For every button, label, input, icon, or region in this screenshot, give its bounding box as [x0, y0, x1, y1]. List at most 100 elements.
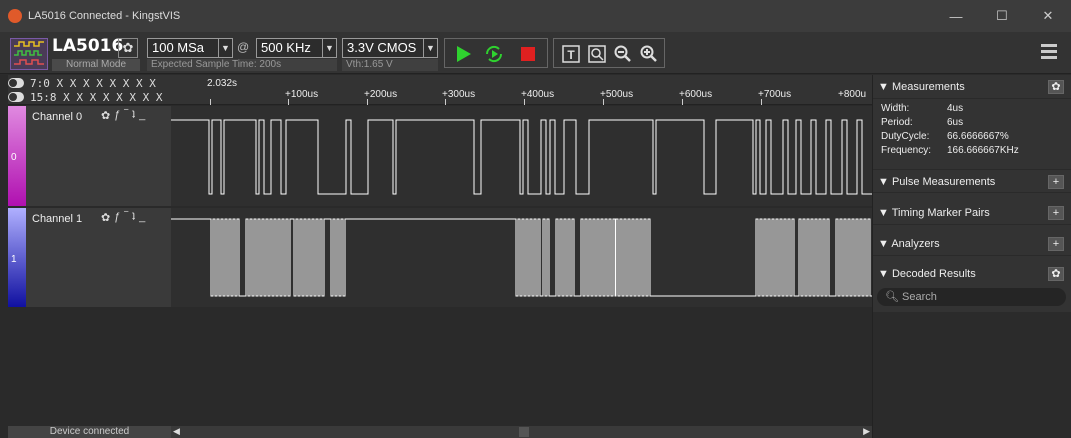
- horizontal-scrollbar[interactable]: ◀ ▶: [171, 426, 872, 438]
- ruler-tick-label: +100us: [285, 89, 319, 100]
- app-logo-icon: [8, 9, 22, 23]
- trigger-edge-icon[interactable]: ƒ: [114, 109, 120, 122]
- period-label: Period:: [881, 117, 913, 128]
- search-placeholder: Search: [902, 291, 937, 303]
- channel-1-trace: [171, 218, 872, 297]
- zoom-fit-icon: [588, 45, 606, 63]
- ruler-start-time: 2.032s: [207, 78, 238, 89]
- zoom-in-button[interactable]: [638, 43, 660, 65]
- pulse-measurements-header[interactable]: ▼ Pulse Measurements +: [873, 169, 1071, 193]
- trigger-button[interactable]: T: [560, 43, 582, 65]
- device-name: LA5016: [52, 36, 124, 56]
- at-label: @: [237, 40, 250, 54]
- period-value: 6us: [947, 117, 964, 128]
- repeat-button[interactable]: [483, 43, 505, 65]
- measurements-settings-gear-icon[interactable]: ✿: [1048, 80, 1064, 94]
- scrollbar-thumb[interactable]: [519, 427, 529, 437]
- start-button[interactable]: [453, 43, 475, 65]
- status-bar: Device connected: [8, 426, 171, 438]
- toolbar: LA5016 ✿ Normal Mode 100 MSa ▼ @ 500 KHz…: [0, 32, 1071, 74]
- title-bar: LA5016 Connected - KingstVIS — ☐ ✕: [0, 0, 1071, 32]
- measurements-title: ▼ Measurements: [878, 81, 965, 93]
- add-timing-marker-plus-icon[interactable]: +: [1048, 206, 1064, 220]
- trigger-low-icon[interactable]: _: [139, 211, 145, 224]
- trigger-high-icon[interactable]: ‾: [124, 211, 128, 224]
- trigger-edge-icon[interactable]: ƒ: [114, 211, 120, 224]
- trigger-falling-icon[interactable]: ʇ: [132, 109, 135, 122]
- channel-1-name: Channel 1: [32, 213, 83, 225]
- trigger-t-icon: T: [562, 45, 580, 63]
- voltage-select[interactable]: 3.3V CMOS ▼: [342, 38, 438, 58]
- analyzers-title: ▼ Analyzers: [878, 238, 940, 250]
- channel-1-waveform[interactable]: [171, 208, 872, 307]
- stop-button[interactable]: [517, 43, 539, 65]
- window-title: LA5016 Connected - KingstVIS: [28, 10, 181, 22]
- width-label: Width:: [881, 103, 910, 114]
- minimize-button[interactable]: —: [933, 0, 979, 32]
- threshold-voltage: Vth:1.65 V: [342, 59, 438, 71]
- zoom-out-button[interactable]: [612, 43, 634, 65]
- ruler-tick: [761, 99, 762, 105]
- measurements-header[interactable]: ▼ Measurements ✿: [873, 75, 1071, 99]
- voltage-value: 3.3V CMOS: [347, 40, 417, 55]
- repeat-play-icon: [485, 45, 503, 63]
- ruler-tick: [210, 99, 211, 105]
- right-panel: ▼ Measurements ✿ Width: 4us Period: 6us Du…: [872, 75, 1071, 438]
- channel-settings-gear-icon[interactable]: ✿: [101, 211, 110, 224]
- channel-0-name: Channel 0: [32, 111, 83, 123]
- channel-0-label[interactable]: 0 Channel 0 ✿ ƒ ‾ ʇ _: [8, 106, 171, 206]
- maximize-button[interactable]: ☐: [979, 0, 1025, 32]
- ruler-tick: [367, 99, 368, 105]
- stop-icon: [521, 47, 535, 61]
- analyzers-header[interactable]: ▼ Analyzers +: [873, 232, 1071, 256]
- ruler-tick-label: +600us: [679, 89, 713, 100]
- channel-0-signal: [171, 119, 872, 195]
- channel-0-index: 0: [11, 152, 17, 163]
- add-analyzer-plus-icon[interactable]: +: [1048, 237, 1064, 251]
- ruler-tick: [445, 99, 446, 105]
- decoded-settings-gear-icon[interactable]: ✿: [1048, 267, 1064, 281]
- trigger-low-icon[interactable]: _: [139, 109, 145, 122]
- device-settings-gear-icon[interactable]: ✿: [118, 38, 138, 58]
- channel-1-label[interactable]: 1 Channel 1 ✿ ƒ ‾ ʇ _: [8, 208, 171, 307]
- decoded-search-input[interactable]: 🔍︎ Search: [877, 288, 1066, 306]
- sample-depth-value: 500 KHz: [261, 40, 311, 55]
- channel-1-color: 1: [8, 208, 26, 307]
- decoded-results-title: ▼ Decoded Results: [878, 268, 976, 280]
- capture-controls: [444, 38, 548, 68]
- device-mode: Normal Mode: [52, 59, 140, 71]
- ruler-tick-label: +400us: [521, 89, 555, 100]
- decoded-results-header[interactable]: ▼ Decoded Results ✿: [873, 262, 1071, 286]
- chevron-down-icon: ▼: [423, 39, 437, 57]
- scroll-right-icon[interactable]: ▶: [863, 426, 870, 437]
- zoom-fit-button[interactable]: [586, 43, 608, 65]
- duty-label: DutyCycle:: [881, 131, 930, 142]
- sample-depth-select[interactable]: 500 KHz ▼: [256, 38, 337, 58]
- group-label-8-15: 15:8 X X X X X X X X: [30, 90, 163, 104]
- trigger-falling-icon[interactable]: ʇ: [132, 211, 135, 224]
- ruler-tick: [524, 99, 525, 105]
- timing-marker-pairs-title: ▼ Timing Marker Pairs: [878, 207, 990, 219]
- group-toggle-0-7[interactable]: [8, 78, 24, 88]
- channel-0-waveform[interactable]: [171, 106, 872, 206]
- timing-marker-pairs-header[interactable]: ▼ Timing Marker Pairs +: [873, 201, 1071, 225]
- ruler-tick: [603, 99, 604, 105]
- add-pulse-measurement-plus-icon[interactable]: +: [1048, 175, 1064, 189]
- search-icon: 🔍︎: [885, 291, 899, 303]
- channel-settings-gear-icon[interactable]: ✿: [101, 109, 110, 122]
- play-icon: [457, 46, 471, 62]
- scroll-left-icon[interactable]: ◀: [173, 426, 180, 437]
- chevron-down-icon: ▼: [218, 39, 232, 57]
- group-toggle-8-15[interactable]: [8, 92, 24, 102]
- group-label-0-7: 7:0 X X X X X X X X: [30, 76, 156, 90]
- close-button[interactable]: ✕: [1025, 0, 1071, 32]
- trigger-high-icon[interactable]: ‾: [124, 109, 128, 122]
- ruler-tick-label: +200us: [364, 89, 398, 100]
- ruler-tick-label: +800u: [838, 89, 867, 100]
- time-ruler[interactable]: 2.032s +100us +200us +300us +400us +500u…: [171, 75, 872, 105]
- ruler-tick-label: +700us: [758, 89, 792, 100]
- svg-text:T: T: [567, 48, 575, 62]
- channel-0-color: 0: [8, 106, 26, 206]
- sample-rate-select[interactable]: 100 MSa ▼: [147, 38, 233, 58]
- menu-hamburger-icon[interactable]: [1041, 44, 1057, 60]
